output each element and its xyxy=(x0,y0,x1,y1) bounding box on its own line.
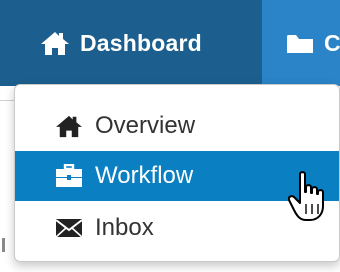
nav-item-dashboard[interactable]: Dashboard xyxy=(0,0,262,86)
menu-item-overview-label: Overview xyxy=(95,112,196,139)
app-stage: Dashboard C Overview Workflow Inbox xyxy=(0,0,340,272)
nav-item-next[interactable]: C xyxy=(286,0,340,86)
dashboard-dropdown-menu: Overview Workflow Inbox xyxy=(14,84,340,262)
home-icon xyxy=(41,32,69,55)
folder-icon xyxy=(287,35,313,53)
nav-item-next-label: C xyxy=(324,29,340,56)
menu-item-overview[interactable]: Overview xyxy=(15,101,339,151)
briefcase-icon xyxy=(56,164,82,187)
top-navbar: Dashboard C xyxy=(0,0,340,86)
home-icon xyxy=(56,115,82,138)
menu-item-workflow-label: Workflow xyxy=(95,162,194,189)
envelope-icon xyxy=(55,219,83,238)
menu-item-workflow[interactable]: Workflow xyxy=(15,151,339,201)
nav-item-dashboard-label: Dashboard xyxy=(80,29,202,56)
menu-item-inbox-label: Inbox xyxy=(95,214,154,241)
page-edge-mark xyxy=(2,238,5,252)
menu-item-inbox[interactable]: Inbox xyxy=(15,203,339,253)
